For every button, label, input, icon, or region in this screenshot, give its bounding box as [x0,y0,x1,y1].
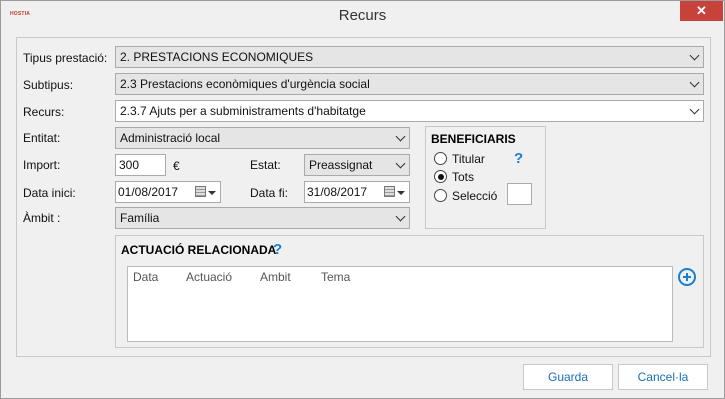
subtipus-label: Subtipus: [23,78,74,92]
seleccio-box[interactable] [507,183,532,205]
tipus-prestacio-select[interactable]: 2. PRESTACIONS ECONOMIQUES [115,46,704,68]
title-bar: HOSTIA Recurs ✕ [1,1,724,31]
ambit-value: Família [120,211,160,225]
add-circle-icon[interactable] [678,268,696,286]
calendar-icon [384,186,395,197]
chevron-down-icon [395,158,406,169]
dropdown-arrow-icon [208,191,216,195]
tipus-prestacio-value: 2. PRESTACIONS ECONOMIQUES [120,50,314,64]
recurs-label: Recurs: [23,105,65,119]
radio-tots[interactable] [434,170,447,183]
radio-seleccio[interactable] [434,189,447,202]
actuacio-group: ACTUACIÓ RELACIONADA ? Data Actuació Amb… [115,235,704,348]
data-inici-picker[interactable]: 01/08/2017 [115,181,221,203]
dropdown-arrow-icon [397,191,405,195]
beneficiaris-group: BENEFICIARIS ? Titular Tots Selecció [425,126,546,229]
recurs-value: 2.3.7 Ajuts per a subministraments d'hab… [120,104,366,118]
radio-seleccio-label: Selecció [452,189,498,203]
tipus-prestacio-label: Tipus prestació: [23,51,108,65]
estat-value: Preassignat [309,158,373,172]
entitat-label: Entitat: [23,131,61,145]
ambit-select[interactable]: Família [115,207,410,229]
estat-label: Estat: [250,158,281,172]
entitat-value: Administració local [120,131,221,145]
help-icon[interactable]: ? [273,241,282,258]
radio-titular[interactable] [434,152,447,165]
actuacio-list[interactable]: Data Actuació Ambit Tema [127,266,673,342]
data-inici-value: 01/08/2017 [118,185,179,199]
ambit-label: Àmbit : [23,211,61,225]
radio-tots-label: Tots [452,170,475,184]
subtipus-select[interactable]: 2.3 Prestacions econòmiques d'urgència s… [115,73,704,95]
form-panel: Tipus prestació: 2. PRESTACIONS ECONOMIQ… [16,37,711,357]
currency-symbol: € [173,159,180,173]
window-title: Recurs [338,7,387,24]
chevron-down-icon [689,50,700,61]
import-label: Import: [23,158,61,172]
estat-select[interactable]: Preassignat [304,154,410,176]
column-ambit[interactable]: Ambit [260,270,291,284]
close-button[interactable]: ✕ [680,1,723,21]
subtipus-value: 2.3 Prestacions econòmiques d'urgència s… [120,77,370,91]
beneficiaris-title: BENEFICIARIS [431,132,516,146]
chevron-down-icon [395,131,406,142]
data-fi-label: Data fi: [250,186,289,200]
column-data[interactable]: Data [133,270,158,284]
dialog-window: HOSTIA Recurs ✕ Tipus prestació: 2. PRES… [0,0,725,399]
radio-titular-label: Titular [452,152,485,166]
recurs-select[interactable]: 2.3.7 Ajuts per a subministraments d'hab… [115,100,704,122]
data-inici-label: Data inici: [23,186,76,200]
entitat-select[interactable]: Administració local [115,127,410,149]
column-actuacio[interactable]: Actuació [186,270,232,284]
column-tema[interactable]: Tema [321,270,350,284]
data-fi-picker[interactable]: 31/08/2017 [304,181,410,203]
data-fi-value: 31/08/2017 [307,185,368,199]
chevron-down-icon [689,77,700,88]
save-button[interactable]: Guarda [523,364,613,390]
import-input[interactable]: 300 [115,154,166,176]
help-icon[interactable]: ? [514,150,523,167]
chevron-down-icon [395,211,406,222]
chevron-down-icon [689,104,700,115]
calendar-icon [195,186,206,197]
cancel-button[interactable]: Cancel·la [618,364,708,390]
actuacio-title: ACTUACIÓ RELACIONADA [121,243,277,257]
